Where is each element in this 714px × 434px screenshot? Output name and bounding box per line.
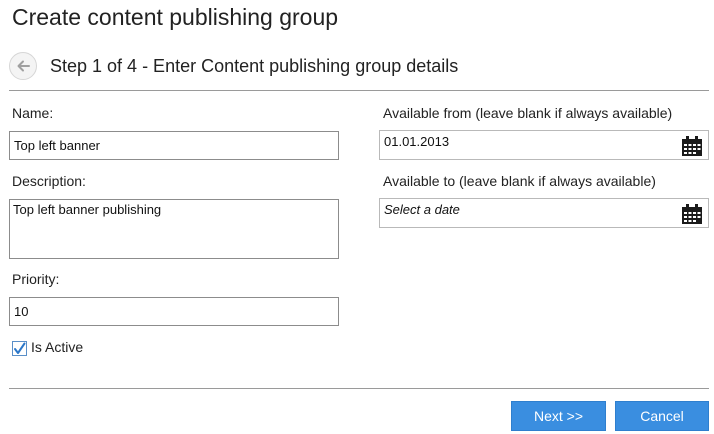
arrow-left-icon: [17, 60, 30, 72]
name-input[interactable]: [9, 131, 339, 160]
available-to-label: Available to (leave blank if always avai…: [383, 173, 656, 189]
calendar-icon[interactable]: [681, 136, 703, 157]
priority-input[interactable]: [9, 297, 339, 326]
step-title: Step 1 of 4 - Enter Content publishing g…: [50, 56, 459, 76]
page-title: Create content publishing group: [12, 4, 339, 30]
description-label: Description:: [12, 173, 86, 189]
calendar-icon[interactable]: [681, 204, 703, 225]
name-label: Name:: [12, 105, 54, 121]
back-button[interactable]: [9, 52, 37, 80]
header-divider: [9, 90, 709, 91]
available-to-date-picker[interactable]: Select a date: [379, 198, 709, 228]
next-button[interactable]: Next >>: [511, 401, 606, 431]
footer-divider: [9, 388, 709, 389]
available-from-label: Available from (leave blank if always av…: [383, 105, 673, 121]
cancel-button[interactable]: Cancel: [615, 401, 709, 431]
check-icon: [14, 342, 26, 354]
available-from-date-picker[interactable]: 01.01.2013: [379, 130, 709, 160]
priority-label: Priority:: [12, 271, 60, 287]
available-to-placeholder: Select a date: [384, 202, 460, 217]
is-active-label: Is Active: [31, 339, 84, 355]
description-textarea[interactable]: Top left banner publishing: [9, 199, 339, 259]
is-active-checkbox[interactable]: [12, 341, 27, 356]
available-from-value: 01.01.2013: [384, 134, 450, 149]
